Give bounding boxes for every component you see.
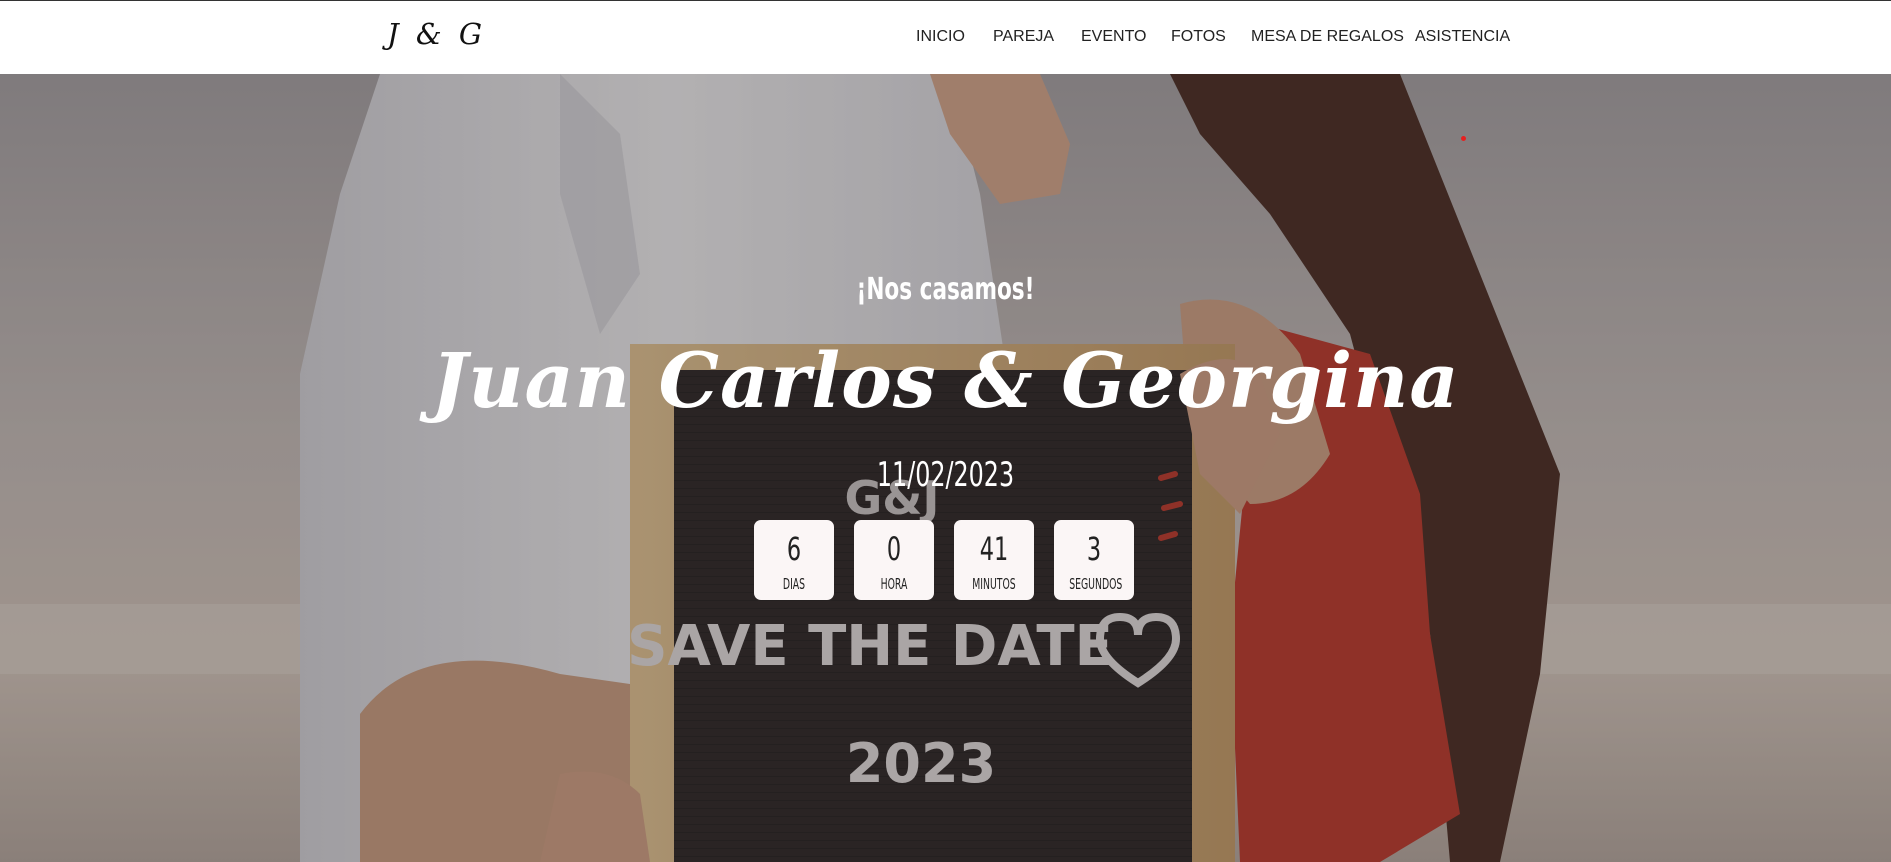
countdown-seconds: 3 Segundos [1054,520,1134,600]
top-navbar: J & G INICIO PAREJA EVENTO FOTOS MESA DE… [0,0,1891,74]
nav-item-asistencia[interactable]: ASISTENCIA [1415,28,1510,46]
hero-subtitle: ¡Nos casamos! [856,272,1035,307]
nav-item-mesa-de-regalos[interactable]: MESA DE REGALOS [1251,28,1404,46]
hero-content: ¡Nos casamos! Juan Carlos & Georgina 11/… [0,74,1891,862]
nav-item-evento[interactable]: EVENTO [1081,28,1147,46]
countdown-minutes-label: Minutos [972,575,1016,593]
couple-names: Juan Carlos & Georgina [431,336,1460,425]
countdown-timer: 6 Dias 0 Hora 41 Minutos 3 Segundos [0,520,1891,600]
countdown-days-value: 6 [786,530,802,568]
countdown-minutes: 41 Minutos [954,520,1034,600]
nav-item-inicio[interactable]: INICIO [916,28,965,46]
countdown-hours-label: Hora [880,575,908,593]
countdown-minutes-value: 41 [979,530,1009,568]
nav-item-pareja[interactable]: PAREJA [993,28,1054,46]
nav-item-fotos[interactable]: FOTOS [1171,28,1226,46]
wedding-date: 11/02/2023 [876,455,1015,495]
countdown-hours-value: 0 [886,530,902,568]
countdown-hours: 0 Hora [854,520,934,600]
countdown-seconds-label: Segundos [1069,575,1123,593]
countdown-days: 6 Dias [754,520,834,600]
countdown-days-label: Dias [782,575,806,593]
countdown-seconds-value: 3 [1086,530,1102,568]
hero-section: G&J SAVE THE DATE 2023 ¡Nos casamos! Jua… [0,74,1891,862]
brand-logo[interactable]: J & G [387,17,486,51]
